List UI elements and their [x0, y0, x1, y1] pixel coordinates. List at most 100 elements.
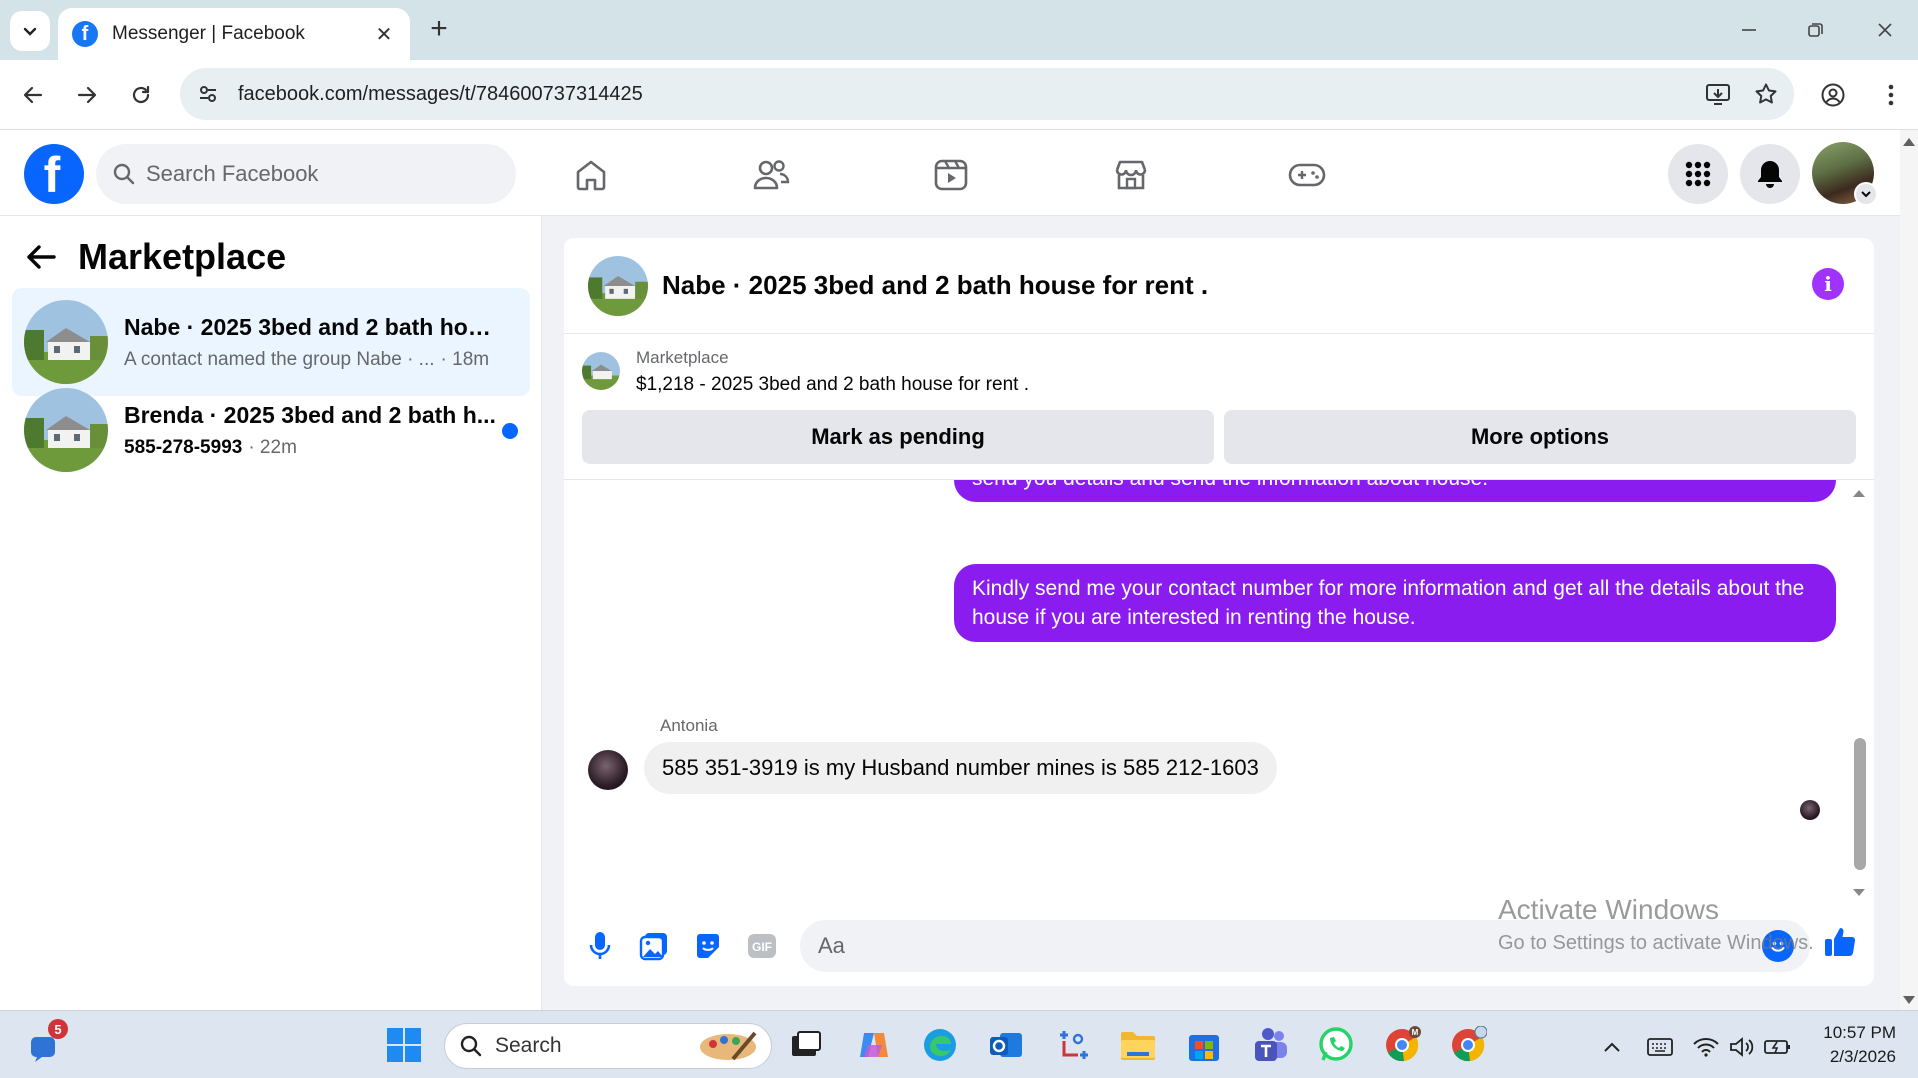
chat-house-avatar[interactable] [588, 255, 648, 316]
nav-friends[interactable] [746, 150, 796, 200]
taskbar-teams[interactable] [1250, 1025, 1290, 1065]
taskbar-chrome-profile-2[interactable] [1448, 1025, 1488, 1065]
browser-tab-messenger[interactable]: f Messenger | Facebook ✕ [58, 8, 410, 60]
tab-search-button[interactable] [10, 11, 50, 51]
system-clock[interactable]: 10:57 PM 2/3/2026 [1808, 1021, 1896, 1069]
more-vertical-icon [1888, 84, 1894, 106]
thumbs-up-icon [1825, 928, 1856, 957]
facebook-logo-icon[interactable]: f [24, 144, 84, 204]
page-scrollbar[interactable] [1900, 130, 1918, 1010]
address-bar[interactable]: facebook.com/messages/t/784600737314425 [180, 68, 1794, 120]
back-button[interactable] [12, 74, 54, 116]
new-tab-button[interactable]: + [422, 12, 456, 46]
message-scroll-down[interactable] [1850, 886, 1868, 900]
account-avatar[interactable] [1812, 142, 1878, 206]
start-button[interactable] [384, 1025, 424, 1065]
message-scroll-up[interactable] [1850, 486, 1868, 500]
taskbar-copilot[interactable] [854, 1025, 894, 1065]
listing-thumbnail[interactable] [582, 352, 620, 390]
page-scroll-up-icon[interactable] [1903, 138, 1915, 146]
facebook-search[interactable] [96, 144, 516, 204]
taskbar-store[interactable] [1184, 1025, 1224, 1065]
nav-marketplace[interactable] [1106, 150, 1156, 200]
minimize-icon [1742, 29, 1756, 31]
snipping-tool-icon [1060, 1031, 1088, 1059]
reload-button[interactable] [120, 74, 162, 116]
taskbar-chat-app[interactable]: 5 [26, 1019, 68, 1067]
message-list[interactable]: send you details and send the informatio… [564, 480, 1874, 906]
message-input[interactable] [818, 933, 1718, 959]
wifi-indicator[interactable] [1692, 1033, 1720, 1061]
conversation-info-icon[interactable]: i [1812, 268, 1844, 300]
voice-clip-button[interactable] [582, 928, 618, 964]
taskbar-whatsapp[interactable] [1316, 1025, 1356, 1065]
conversation-item-brenda[interactable]: Brenda · 2025 3bed and 2 bath h... 585-2… [12, 376, 530, 484]
conversation-name: Brenda · 2025 3bed and 2 bath h... [124, 401, 496, 428]
message-sender-name: Antonia [660, 716, 718, 735]
like-button[interactable] [1822, 924, 1858, 960]
message-input-box[interactable] [800, 920, 1810, 972]
paint-palette-icon [700, 1031, 757, 1061]
close-window-button[interactable] [1860, 10, 1910, 50]
conversation-time: · 22m [248, 436, 297, 458]
page-scroll-down-icon[interactable] [1903, 996, 1915, 1004]
more-options-button[interactable]: More options [1224, 410, 1856, 464]
back-arrow-icon[interactable] [26, 243, 56, 271]
bookmark-button[interactable] [1746, 74, 1786, 114]
taskbar-file-explorer[interactable] [1118, 1025, 1158, 1065]
install-app-button[interactable] [1698, 74, 1738, 114]
site-info-button[interactable] [188, 74, 228, 114]
whatsapp-icon [1319, 1027, 1353, 1061]
copilot-icon [860, 1033, 888, 1057]
facebook-search-input[interactable] [146, 161, 466, 187]
emoji-button[interactable] [1762, 930, 1794, 962]
teams-icon [1255, 1028, 1287, 1061]
listing-price-title[interactable]: $1,218 - 2025 3bed and 2 bath house for … [636, 374, 1029, 396]
message-composer: GIF [564, 906, 1874, 986]
sender-avatar[interactable] [588, 750, 628, 790]
taskbar-search[interactable]: Search [444, 1023, 772, 1069]
house-photo-icon [24, 388, 108, 472]
taskbar-chrome-profile-m[interactable]: M [1382, 1025, 1422, 1065]
store-icon [1189, 1035, 1219, 1061]
folder-icon [1121, 1032, 1155, 1060]
attach-media-button[interactable] [636, 928, 672, 964]
house-photo-icon [582, 352, 620, 390]
tab-close-icon[interactable]: ✕ [372, 22, 396, 46]
svg-text:GIF: GIF [752, 940, 772, 954]
nav-video[interactable] [926, 150, 976, 200]
microphone-icon [589, 932, 611, 959]
menu-button[interactable] [1668, 144, 1728, 204]
clock-time: 10:57 PM [1823, 1023, 1896, 1042]
minimize-button[interactable] [1724, 10, 1774, 50]
message-scrollbar-thumb[interactable] [1854, 738, 1866, 870]
profile-button[interactable] [1812, 74, 1854, 116]
grid-menu-icon [1685, 161, 1711, 187]
mark-as-pending-button[interactable]: Mark as pending [582, 410, 1214, 464]
browser-menu-button[interactable] [1870, 74, 1912, 116]
battery-indicator[interactable] [1764, 1033, 1792, 1061]
gif-button[interactable]: GIF [744, 928, 780, 964]
bell-icon [1758, 161, 1782, 188]
taskbar-outlook[interactable] [986, 1025, 1026, 1065]
speaker-icon [1730, 1037, 1754, 1057]
listing-banner: Marketplace $1,218 - 2025 3bed and 2 bat… [564, 334, 1874, 480]
nav-home[interactable] [566, 150, 616, 200]
video-icon [934, 159, 968, 191]
url-text[interactable]: facebook.com/messages/t/784600737314425 [238, 83, 1698, 106]
chat-title[interactable]: Nabe · 2025 3bed and 2 bath house for re… [662, 270, 1208, 301]
keyboard-indicator[interactable] [1646, 1033, 1674, 1061]
taskbar-snipping-tool[interactable] [1054, 1025, 1094, 1065]
taskbar-edge[interactable] [920, 1025, 960, 1065]
sticker-button[interactable] [690, 928, 726, 964]
notifications-button[interactable] [1740, 144, 1800, 204]
arrow-left-icon [23, 86, 43, 104]
keyboard-icon [1647, 1038, 1673, 1056]
volume-indicator[interactable] [1728, 1033, 1756, 1061]
restore-button[interactable] [1790, 10, 1840, 50]
nav-gaming[interactable] [1282, 150, 1332, 200]
show-hidden-icons[interactable] [1598, 1033, 1626, 1061]
forward-button[interactable] [66, 74, 108, 116]
seen-receipt-avatar [1800, 800, 1820, 820]
taskbar-task-view[interactable] [786, 1025, 826, 1065]
